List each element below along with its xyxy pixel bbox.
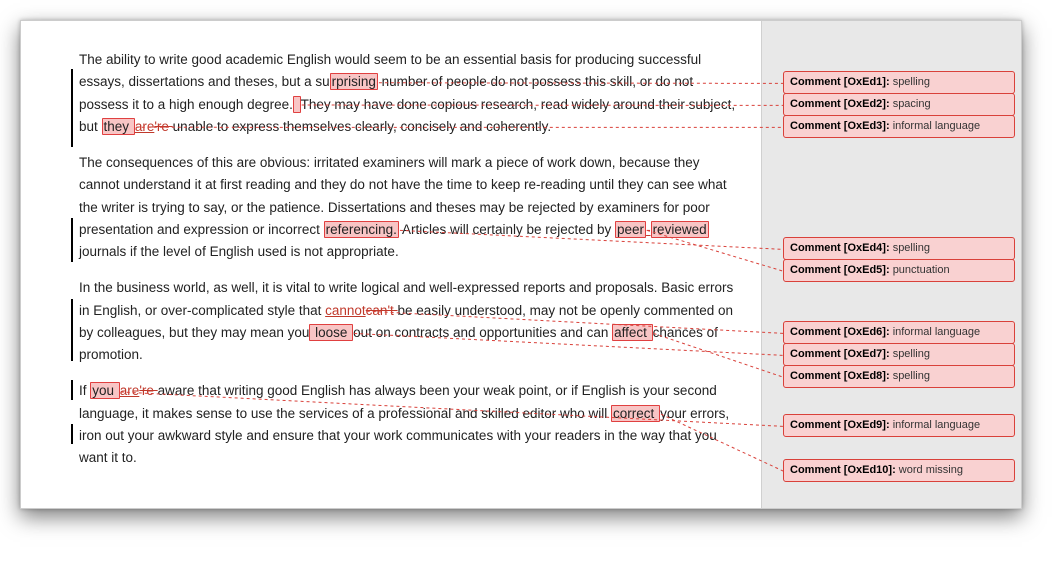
- deleted-text: can't: [366, 303, 398, 318]
- comment-id-label: Comment [OxEd3]:: [790, 120, 893, 132]
- comment-note: spacing: [893, 98, 931, 110]
- change-bar: [71, 299, 73, 361]
- highlighted-text: correct: [611, 405, 660, 422]
- document-page: The ability to write good academic Engli…: [21, 21, 761, 508]
- highlighted-text: loose: [309, 324, 353, 341]
- paragraph: In the business world, as well, it is vi…: [79, 277, 743, 366]
- change-bar: [71, 69, 73, 129]
- highlighted-text: reviewed: [651, 221, 709, 238]
- change-bar: [71, 218, 73, 262]
- comment-id-label: Comment [OxEd4]:: [790, 242, 893, 254]
- deleted-text: 're: [139, 383, 157, 398]
- comment-note: word missing: [899, 464, 963, 476]
- comment-box[interactable]: Comment [OxEd3]: informal language: [783, 115, 1015, 138]
- highlighted-text: you: [90, 382, 120, 399]
- inserted-text: are: [120, 383, 140, 398]
- highlighted-text: peer: [615, 221, 646, 238]
- comment-id-label: Comment [OxEd5]:: [790, 264, 893, 276]
- comment-box[interactable]: Comment [OxEd1]: spelling: [783, 71, 1015, 94]
- comment-id-label: Comment [OxEd6]:: [790, 326, 893, 338]
- comment-note: spelling: [893, 348, 930, 360]
- change-bar: [71, 380, 73, 400]
- comment-box[interactable]: Comment [OxEd9]: informal language: [783, 414, 1015, 437]
- deleted-text: 're: [154, 119, 172, 134]
- paragraph: The consequences of this are obvious: ir…: [79, 152, 743, 263]
- change-bar: [71, 424, 73, 444]
- comment-id-label: Comment [OxEd2]:: [790, 98, 893, 110]
- highlighted-text: referencing.: [324, 221, 399, 238]
- comment-box[interactable]: Comment [OxEd7]: spelling: [783, 343, 1015, 366]
- comment-note: punctuation: [893, 264, 950, 276]
- paragraph: If you are're aware that writing good En…: [79, 380, 743, 469]
- highlighted-text: [293, 96, 301, 113]
- comment-box[interactable]: Comment [OxEd10]: word missing: [783, 459, 1015, 482]
- comment-box[interactable]: Comment [OxEd6]: informal language: [783, 321, 1015, 344]
- comment-box[interactable]: Comment [OxEd8]: spelling: [783, 365, 1015, 388]
- comment-note: informal language: [893, 120, 980, 132]
- comment-note: spelling: [893, 242, 930, 254]
- document-frame: The ability to write good academic Engli…: [20, 20, 1022, 509]
- comment-id-label: Comment [OxEd1]:: [790, 76, 893, 88]
- comment-box[interactable]: Comment [OxEd2]: spacing: [783, 93, 1015, 116]
- inserted-text: cannot: [325, 303, 366, 318]
- comment-id-label: Comment [OxEd9]:: [790, 419, 893, 431]
- comments-sidebar: Comment [OxEd1]: spellingComment [OxEd2]…: [761, 21, 1021, 508]
- highlighted-text: they: [102, 118, 135, 135]
- comment-note: informal language: [893, 326, 980, 338]
- comment-box[interactable]: Comment [OxEd4]: spelling: [783, 237, 1015, 260]
- comment-id-label: Comment [OxEd10]:: [790, 464, 899, 476]
- highlighted-text: rprising: [330, 73, 378, 90]
- comment-id-label: Comment [OxEd7]:: [790, 348, 893, 360]
- change-bar: [71, 127, 73, 147]
- comment-note: spelling: [893, 76, 930, 88]
- highlighted-text: affect: [612, 324, 653, 341]
- comment-id-label: Comment [OxEd8]:: [790, 370, 893, 382]
- paragraph: The ability to write good academic Engli…: [79, 49, 743, 138]
- inserted-text: -: [646, 222, 651, 237]
- comment-note: spelling: [893, 370, 930, 382]
- comment-note: informal language: [893, 419, 980, 431]
- comment-box[interactable]: Comment [OxEd5]: punctuation: [783, 259, 1015, 282]
- inserted-text: are: [135, 119, 155, 134]
